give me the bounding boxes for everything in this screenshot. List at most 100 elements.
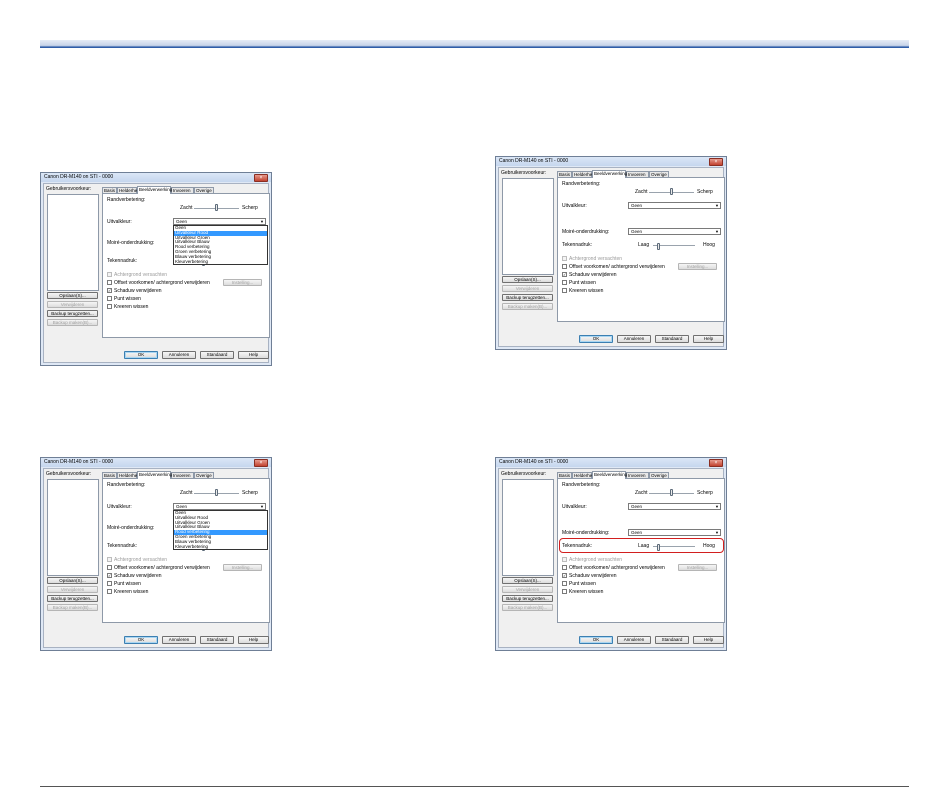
tab-beeldverwerking[interactable]: Beeldverwerking [137, 186, 172, 194]
dropout-color-select[interactable]: Geen ▼ [628, 202, 721, 209]
shadow-removal-checkbox[interactable]: ✓ [562, 272, 567, 277]
save-favorite-button[interactable]: Opslaan(S)... [502, 577, 553, 584]
save-favorite-button[interactable]: Opslaan(S)... [502, 276, 553, 283]
edge-emphasis-label: Randverbetering: [562, 181, 601, 187]
settings-button[interactable]: Instelling... [678, 263, 717, 270]
favorites-list[interactable] [502, 178, 554, 275]
delete-favorite-button[interactable]: Verwijderen [502, 586, 553, 593]
erase-notch-checkbox[interactable] [562, 288, 567, 293]
background-smoothing-checkbox[interactable] [107, 272, 112, 277]
tab-beeldverwerking[interactable]: Beeldverwerking [137, 471, 172, 479]
favorites-list[interactable] [502, 479, 554, 576]
make-backup-button[interactable]: Backup maken(B)... [502, 303, 553, 310]
cancel-button[interactable]: Annuleren [617, 335, 651, 343]
moire-reduction-select[interactable]: Geen ▼ [628, 529, 721, 536]
restore-backup-button[interactable]: Backup terugzetten... [502, 294, 553, 301]
erase-dot-checkbox[interactable] [562, 581, 567, 586]
moire-reduction-label: Moiré-onderdrukking: [107, 525, 155, 531]
dropdown-option[interactable]: Kleurverbetering [174, 544, 267, 550]
close-icon[interactable]: × [254, 174, 268, 182]
erase-dot-checkbox[interactable] [562, 280, 567, 285]
cancel-button[interactable]: Annuleren [162, 636, 196, 644]
character-high-label: Hoog [703, 242, 715, 248]
favorites-list[interactable] [47, 194, 99, 291]
restore-backup-button[interactable]: Backup terugzetten... [47, 595, 98, 602]
cancel-button[interactable]: Annuleren [617, 636, 651, 644]
ok-button[interactable]: OK [579, 636, 613, 644]
dropout-color-label: Uitvalkleur: [107, 219, 132, 225]
erase-dot-label: Punt wissen [114, 295, 141, 302]
chevron-down-icon: ▼ [715, 504, 719, 509]
erase-dot-checkbox[interactable] [107, 581, 112, 586]
favorites-label: Gebruikersvoorkeur: [46, 471, 92, 477]
favorites-label: Gebruikersvoorkeur: [501, 170, 547, 176]
edge-slider-thumb[interactable] [215, 204, 218, 211]
make-backup-button[interactable]: Backup maken(B)... [47, 604, 98, 611]
make-backup-button[interactable]: Backup maken(B)... [502, 604, 553, 611]
delete-favorite-button[interactable]: Verwijderen [502, 285, 553, 292]
erase-notch-checkbox[interactable] [562, 589, 567, 594]
make-backup-button[interactable]: Backup maken(B)... [47, 319, 98, 326]
favorites-list[interactable] [47, 479, 99, 576]
prevent-bleed-through-checkbox[interactable] [107, 565, 112, 570]
character-slider-thumb[interactable] [657, 243, 660, 250]
erase-notch-checkbox[interactable] [107, 589, 112, 594]
delete-favorite-button[interactable]: Verwijderen [47, 301, 98, 308]
erase-dot-checkbox[interactable] [107, 296, 112, 301]
edge-sharp-label: Scherp [697, 490, 713, 496]
close-icon[interactable]: × [709, 158, 723, 166]
tab-beeldverwerking[interactable]: Beeldverwerking [592, 471, 627, 479]
dropdown-option[interactable]: Kleurverbetering [174, 259, 267, 265]
default-button[interactable]: Standaard [655, 335, 689, 343]
close-icon[interactable]: × [709, 459, 723, 467]
shadow-removal-checkbox[interactable]: ✓ [107, 288, 112, 293]
background-smoothing-checkbox[interactable] [562, 256, 567, 261]
dropout-color-select[interactable]: Geen ▼ [628, 503, 721, 510]
prevent-bleed-through-checkbox[interactable] [107, 280, 112, 285]
help-button[interactable]: Help [238, 351, 269, 359]
restore-backup-button[interactable]: Backup terugzetten... [47, 310, 98, 317]
moire-reduction-value: Geen [631, 530, 643, 535]
settings-button[interactable]: Instelling... [678, 564, 717, 571]
default-button[interactable]: Standaard [200, 351, 234, 359]
edge-slider-thumb[interactable] [215, 489, 218, 496]
favorites-label: Gebruikersvoorkeur: [46, 186, 92, 192]
help-button[interactable]: Help [693, 335, 724, 343]
shadow-removal-checkbox[interactable]: ✓ [107, 573, 112, 578]
default-button[interactable]: Standaard [655, 636, 689, 644]
help-button[interactable]: Help [238, 636, 269, 644]
ok-button[interactable]: OK [124, 636, 158, 644]
edge-slider-thumb[interactable] [670, 489, 673, 496]
moire-reduction-label: Moiré-onderdrukking: [562, 530, 610, 536]
save-favorite-button[interactable]: Opslaan(S)... [47, 292, 98, 299]
ok-button[interactable]: OK [124, 351, 158, 359]
background-smoothing-checkbox[interactable] [107, 557, 112, 562]
dropout-color-label: Uitvalkleur: [107, 504, 132, 510]
dropout-color-select[interactable]: Geen ▼ [173, 503, 266, 510]
prevent-bleed-through-checkbox[interactable] [562, 264, 567, 269]
dropout-color-options[interactable]: Geen Uitvalkleur Rood Uitvalkleur Groen Uit… [173, 225, 268, 266]
chevron-down-icon: ▼ [715, 530, 719, 535]
tab-beeldverwerking[interactable]: Beeldverwerking [592, 170, 627, 178]
moire-reduction-select[interactable]: Geen ▼ [628, 228, 721, 235]
dialog-client: Gebruikersvoorkeur: Opslaan(S)... Verwijde… [43, 468, 270, 648]
dropout-color-options[interactable]: Geen Uitvalkleur Rood Uitvalkleur Groen Uit… [173, 510, 268, 551]
shadow-removal-checkbox[interactable]: ✓ [562, 573, 567, 578]
background-smoothing-label: Achtergrond versachten [569, 556, 623, 563]
cancel-button[interactable]: Annuleren [162, 351, 196, 359]
dropout-color-select[interactable]: Geen ▼ [173, 218, 266, 225]
settings-button[interactable]: Instelling... [223, 564, 262, 571]
prevent-bleed-through-checkbox[interactable] [562, 565, 567, 570]
close-icon[interactable]: × [254, 459, 268, 467]
edge-slider-thumb[interactable] [670, 188, 673, 195]
delete-favorite-button[interactable]: Verwijderen [47, 586, 98, 593]
erase-notch-checkbox[interactable] [107, 304, 112, 309]
ok-button[interactable]: OK [579, 335, 613, 343]
image-processing-panel: Randverbetering: Zacht Scherp Uitvalkleur: G… [557, 478, 725, 623]
restore-backup-button[interactable]: Backup terugzetten... [502, 595, 553, 602]
help-button[interactable]: Help [693, 636, 724, 644]
save-favorite-button[interactable]: Opslaan(S)... [47, 577, 98, 584]
background-smoothing-checkbox[interactable] [562, 557, 567, 562]
settings-button[interactable]: Instelling... [223, 279, 262, 286]
default-button[interactable]: Standaard [200, 636, 234, 644]
